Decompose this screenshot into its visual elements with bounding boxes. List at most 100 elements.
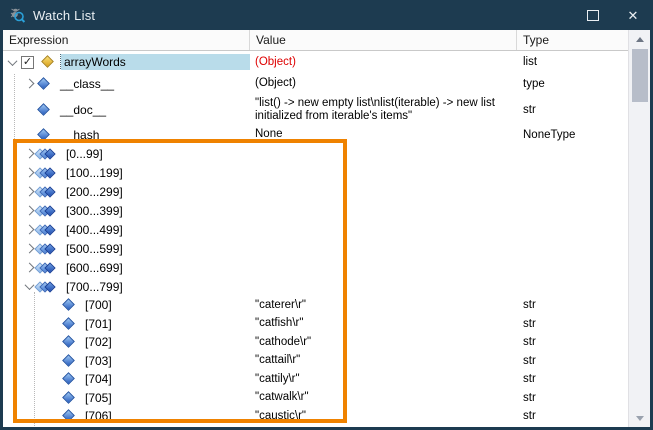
tree-row[interactable]: [700...799]	[3, 277, 628, 296]
vertical-scrollbar[interactable]	[628, 30, 650, 427]
expression-label[interactable]: [704]	[82, 371, 117, 387]
expression-label[interactable]: [703]	[82, 353, 117, 369]
expression-label[interactable]: [701]	[82, 316, 117, 332]
tree-indent	[3, 397, 47, 398]
tree-row[interactable]: [200...299]	[3, 182, 628, 201]
type-text: str	[523, 336, 536, 348]
tree-indent	[3, 360, 47, 361]
chevron-icon	[24, 79, 34, 89]
expression-label[interactable]: [705]	[82, 390, 117, 406]
type-text: str	[523, 373, 536, 385]
expression-cell: [705]	[3, 390, 250, 406]
expression-label[interactable]: [600...699]	[63, 260, 128, 276]
multi-diamond-icon	[36, 185, 58, 199]
expression-label[interactable]: [702]	[82, 334, 117, 350]
type-cell: str	[517, 373, 628, 385]
type-cell: str	[517, 104, 628, 116]
tree-row[interactable]: [600...699]	[3, 258, 628, 277]
blue-diamond-icon	[36, 77, 52, 91]
tree-row[interactable]: __class__ (Object) type	[3, 73, 628, 94]
expander[interactable]	[22, 80, 36, 87]
close-button[interactable]: ✕	[613, 0, 653, 30]
type-cell: str	[517, 318, 628, 330]
expression-label[interactable]: arrayWords	[61, 54, 250, 70]
column-header-value[interactable]: Value	[250, 30, 517, 50]
type-cell: list	[517, 56, 628, 68]
expression-label[interactable]: [500...599]	[63, 241, 128, 257]
tree-indent	[3, 134, 22, 135]
tree-row[interactable]: [705] "catwalk\r" str	[3, 389, 628, 408]
tree-indent	[3, 172, 22, 173]
scrollbar-down-arrow-icon[interactable]	[629, 410, 650, 426]
type-text: str	[523, 355, 536, 367]
column-header-expression[interactable]: Expression	[3, 30, 250, 50]
scrollbar-thumb[interactable]	[632, 49, 648, 102]
type-text: str	[523, 299, 536, 311]
expression-label[interactable]: __hash__	[57, 127, 118, 143]
type-cell: type	[517, 78, 628, 90]
watch-checkbox[interactable]: ✓	[21, 56, 34, 69]
expression-label[interactable]: [700...799]	[63, 279, 128, 295]
column-header-type[interactable]: Type	[517, 30, 628, 50]
expression-label[interactable]: __class__	[57, 76, 119, 92]
value-text: "caterer\r"	[255, 299, 306, 311]
expander	[47, 413, 61, 420]
expression-label[interactable]: [100...199]	[63, 165, 128, 181]
tree-row[interactable]: [500...599]	[3, 239, 628, 258]
type-text: str	[523, 392, 536, 404]
multi-diamond-icon	[36, 147, 58, 161]
type-cell: str	[517, 410, 628, 422]
watch-list-window: Watch List ✕ Expression Value Type ✓ arra…	[0, 0, 653, 430]
scrollbar-up-arrow-icon[interactable]	[629, 31, 650, 47]
type-text: str	[523, 410, 536, 422]
tree-indent	[3, 323, 47, 324]
blue-diamond-icon	[61, 409, 77, 423]
blue-diamond-icon	[36, 103, 52, 117]
expression-cell: [600...699]	[3, 260, 250, 276]
tree-row[interactable]: [706] "caustic\r" str	[3, 407, 628, 426]
tree-row[interactable]: ✓ arrayWords (Object) list	[3, 51, 628, 73]
tree-indent	[3, 229, 22, 230]
expression-label[interactable]: [0...99]	[63, 146, 108, 162]
tree-row[interactable]: [0...99]	[3, 144, 628, 163]
value-text: (Object)	[255, 56, 296, 68]
tree-indent	[3, 109, 22, 110]
tree-row[interactable]: __hash__ None NoneType	[3, 125, 628, 144]
tree-indent	[3, 153, 22, 154]
tree-row[interactable]: [300...399]	[3, 201, 628, 220]
value-cell: None	[250, 128, 517, 141]
tree-indent	[3, 286, 22, 287]
tree-row[interactable]: [704] "cattily\r" str	[3, 370, 628, 389]
chevron-icon	[24, 149, 34, 159]
expression-label[interactable]: [300...399]	[63, 203, 128, 219]
value-cell: "caterer\r"	[250, 299, 517, 312]
expression-label[interactable]: [700]	[82, 297, 117, 313]
expander	[47, 376, 61, 383]
blue-diamond-icon	[61, 317, 77, 331]
expression-cell: __class__	[3, 76, 250, 92]
title-bar[interactable]: Watch List ✕	[0, 0, 653, 30]
expression-label[interactable]: __doc__	[57, 102, 111, 118]
tree-rows: ✓ arrayWords (Object) list __class__ (Obj…	[3, 51, 628, 426]
expression-cell: __doc__	[3, 102, 250, 118]
tree-row[interactable]: [703] "cattail\r" str	[3, 352, 628, 371]
value-text: "cathode\r"	[255, 336, 311, 348]
tree-row[interactable]: [400...499]	[3, 220, 628, 239]
tree-row[interactable]: [700] "caterer\r" str	[3, 296, 628, 315]
expression-label[interactable]: [200...299]	[63, 184, 128, 200]
value-text: "list() -> new empty list\nlist(iterable…	[255, 97, 495, 122]
tree-row[interactable]: [701] "catfish\r" str	[3, 315, 628, 334]
expression-label[interactable]: [400...499]	[63, 222, 128, 238]
expander	[22, 131, 36, 138]
maximize-button[interactable]	[573, 0, 613, 30]
expression-label[interactable]: [706]	[82, 408, 117, 424]
type-text: list	[523, 56, 537, 68]
expression-cell: [701]	[3, 316, 250, 332]
tree-indent	[3, 305, 47, 306]
tree-row[interactable]: [702] "cathode\r" str	[3, 333, 628, 352]
tree-row[interactable]: __doc__ "list() -> new empty list\nlist(…	[3, 94, 628, 125]
value-cell: "list() -> new empty list\nlist(iterable…	[250, 97, 517, 123]
expander[interactable]	[5, 59, 19, 66]
tree-row[interactable]: [100...199]	[3, 163, 628, 182]
chevron-icon	[24, 280, 34, 290]
